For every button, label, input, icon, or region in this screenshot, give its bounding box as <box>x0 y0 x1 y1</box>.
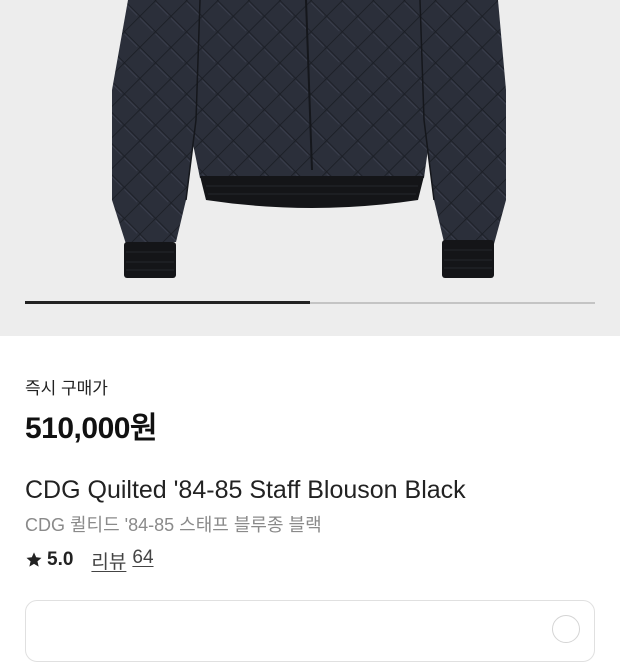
bottom-card[interactable] <box>25 600 595 662</box>
circle-icon[interactable] <box>552 615 580 643</box>
price-value: 510,000원 <box>25 412 158 445</box>
product-title-ko: CDG 퀼티드 '84-85 스태프 블루종 블랙 <box>25 515 322 535</box>
rating-value: 5.0 <box>47 549 74 570</box>
review-link[interactable]: 리뷰 64 <box>91 547 153 574</box>
review-label: 리뷰 <box>91 551 127 573</box>
rating-row: 5.0 리뷰 64 <box>25 547 154 574</box>
carousel-progress-track <box>25 301 595 304</box>
review-count: 64 <box>132 546 154 568</box>
jacket-photo <box>112 0 506 278</box>
carousel-progress-fill <box>25 301 310 304</box>
product-title-en: CDG Quilted '84-85 Staff Blouson Black <box>25 476 466 504</box>
instant-buy-label: 즉시 구매가 <box>25 379 108 398</box>
star-icon <box>26 552 42 567</box>
product-image-area[interactable] <box>0 0 620 336</box>
